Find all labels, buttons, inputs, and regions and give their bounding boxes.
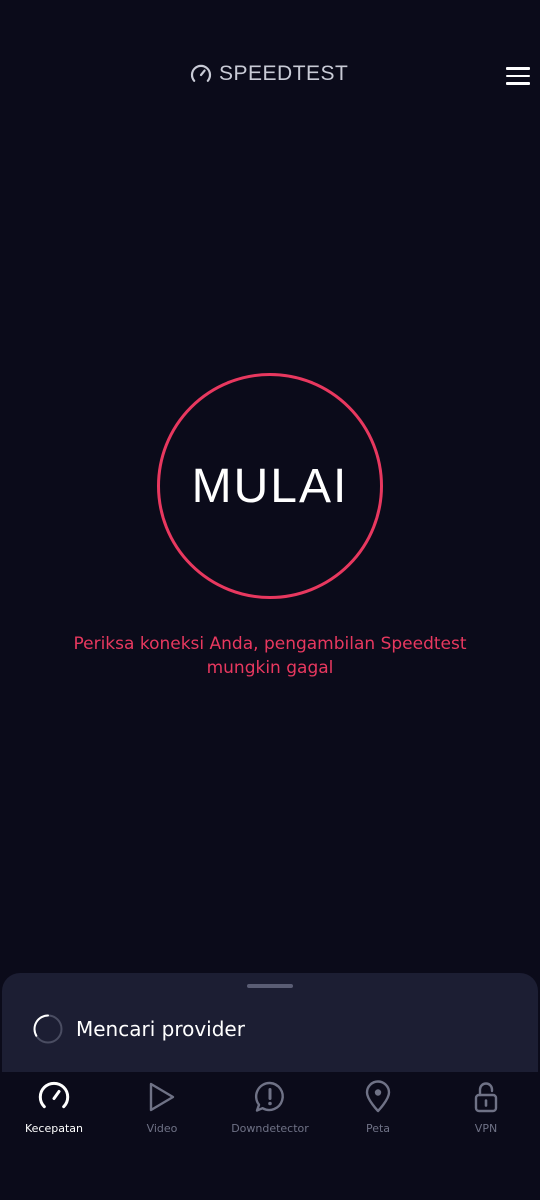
provider-row[interactable]: Mencari provider — [32, 1013, 245, 1045]
nav-item-kecepatan[interactable]: Kecepatan — [0, 1080, 108, 1150]
speedtest-screen: SPEEDTEST MULAI Periksa koneksi Anda, pe… — [0, 0, 540, 1200]
brand-text: SPEEDTEST — [219, 62, 349, 85]
nav-item-downdetector[interactable]: Downdetector — [216, 1080, 324, 1150]
connection-warning: Periksa koneksi Anda, pengambilan Speedt… — [30, 632, 510, 680]
nav-label-video: Video — [146, 1122, 178, 1135]
provider-status-text: Mencari provider — [76, 1017, 245, 1041]
start-label: MULAI — [191, 459, 349, 513]
play-icon — [147, 1080, 177, 1118]
sheet-drag-handle[interactable] — [247, 984, 293, 988]
warning-line-1: Periksa koneksi Anda, pengambilan Speedt… — [73, 634, 467, 654]
app-header: SPEEDTEST — [0, 52, 540, 98]
alert-bubble-icon — [253, 1080, 287, 1118]
speedometer-icon — [190, 63, 212, 85]
provider-sheet: Mencari provider — [2, 973, 538, 1083]
unlock-icon — [472, 1080, 500, 1118]
bottom-navigation: Kecepatan Video Downdetector Peta VPN — [0, 1072, 540, 1200]
nav-label-downdetector: Downdetector — [231, 1122, 309, 1135]
nav-label-peta: Peta — [365, 1122, 391, 1135]
hamburger-menu-icon[interactable] — [506, 67, 530, 85]
loading-spinner-icon — [32, 1013, 64, 1045]
nav-label-vpn: VPN — [474, 1122, 498, 1135]
map-pin-icon — [364, 1080, 392, 1118]
speed-gauge-icon — [37, 1080, 71, 1118]
nav-item-video[interactable]: Video — [108, 1080, 216, 1150]
brand-logo: SPEEDTEST — [190, 62, 348, 86]
nav-item-vpn[interactable]: VPN — [432, 1080, 540, 1150]
nav-item-peta[interactable]: Peta — [324, 1080, 432, 1150]
warning-line-2: mungkin gagal — [206, 658, 334, 678]
nav-label-kecepatan: Kecepatan — [25, 1122, 83, 1135]
start-button[interactable]: MULAI — [157, 373, 383, 599]
